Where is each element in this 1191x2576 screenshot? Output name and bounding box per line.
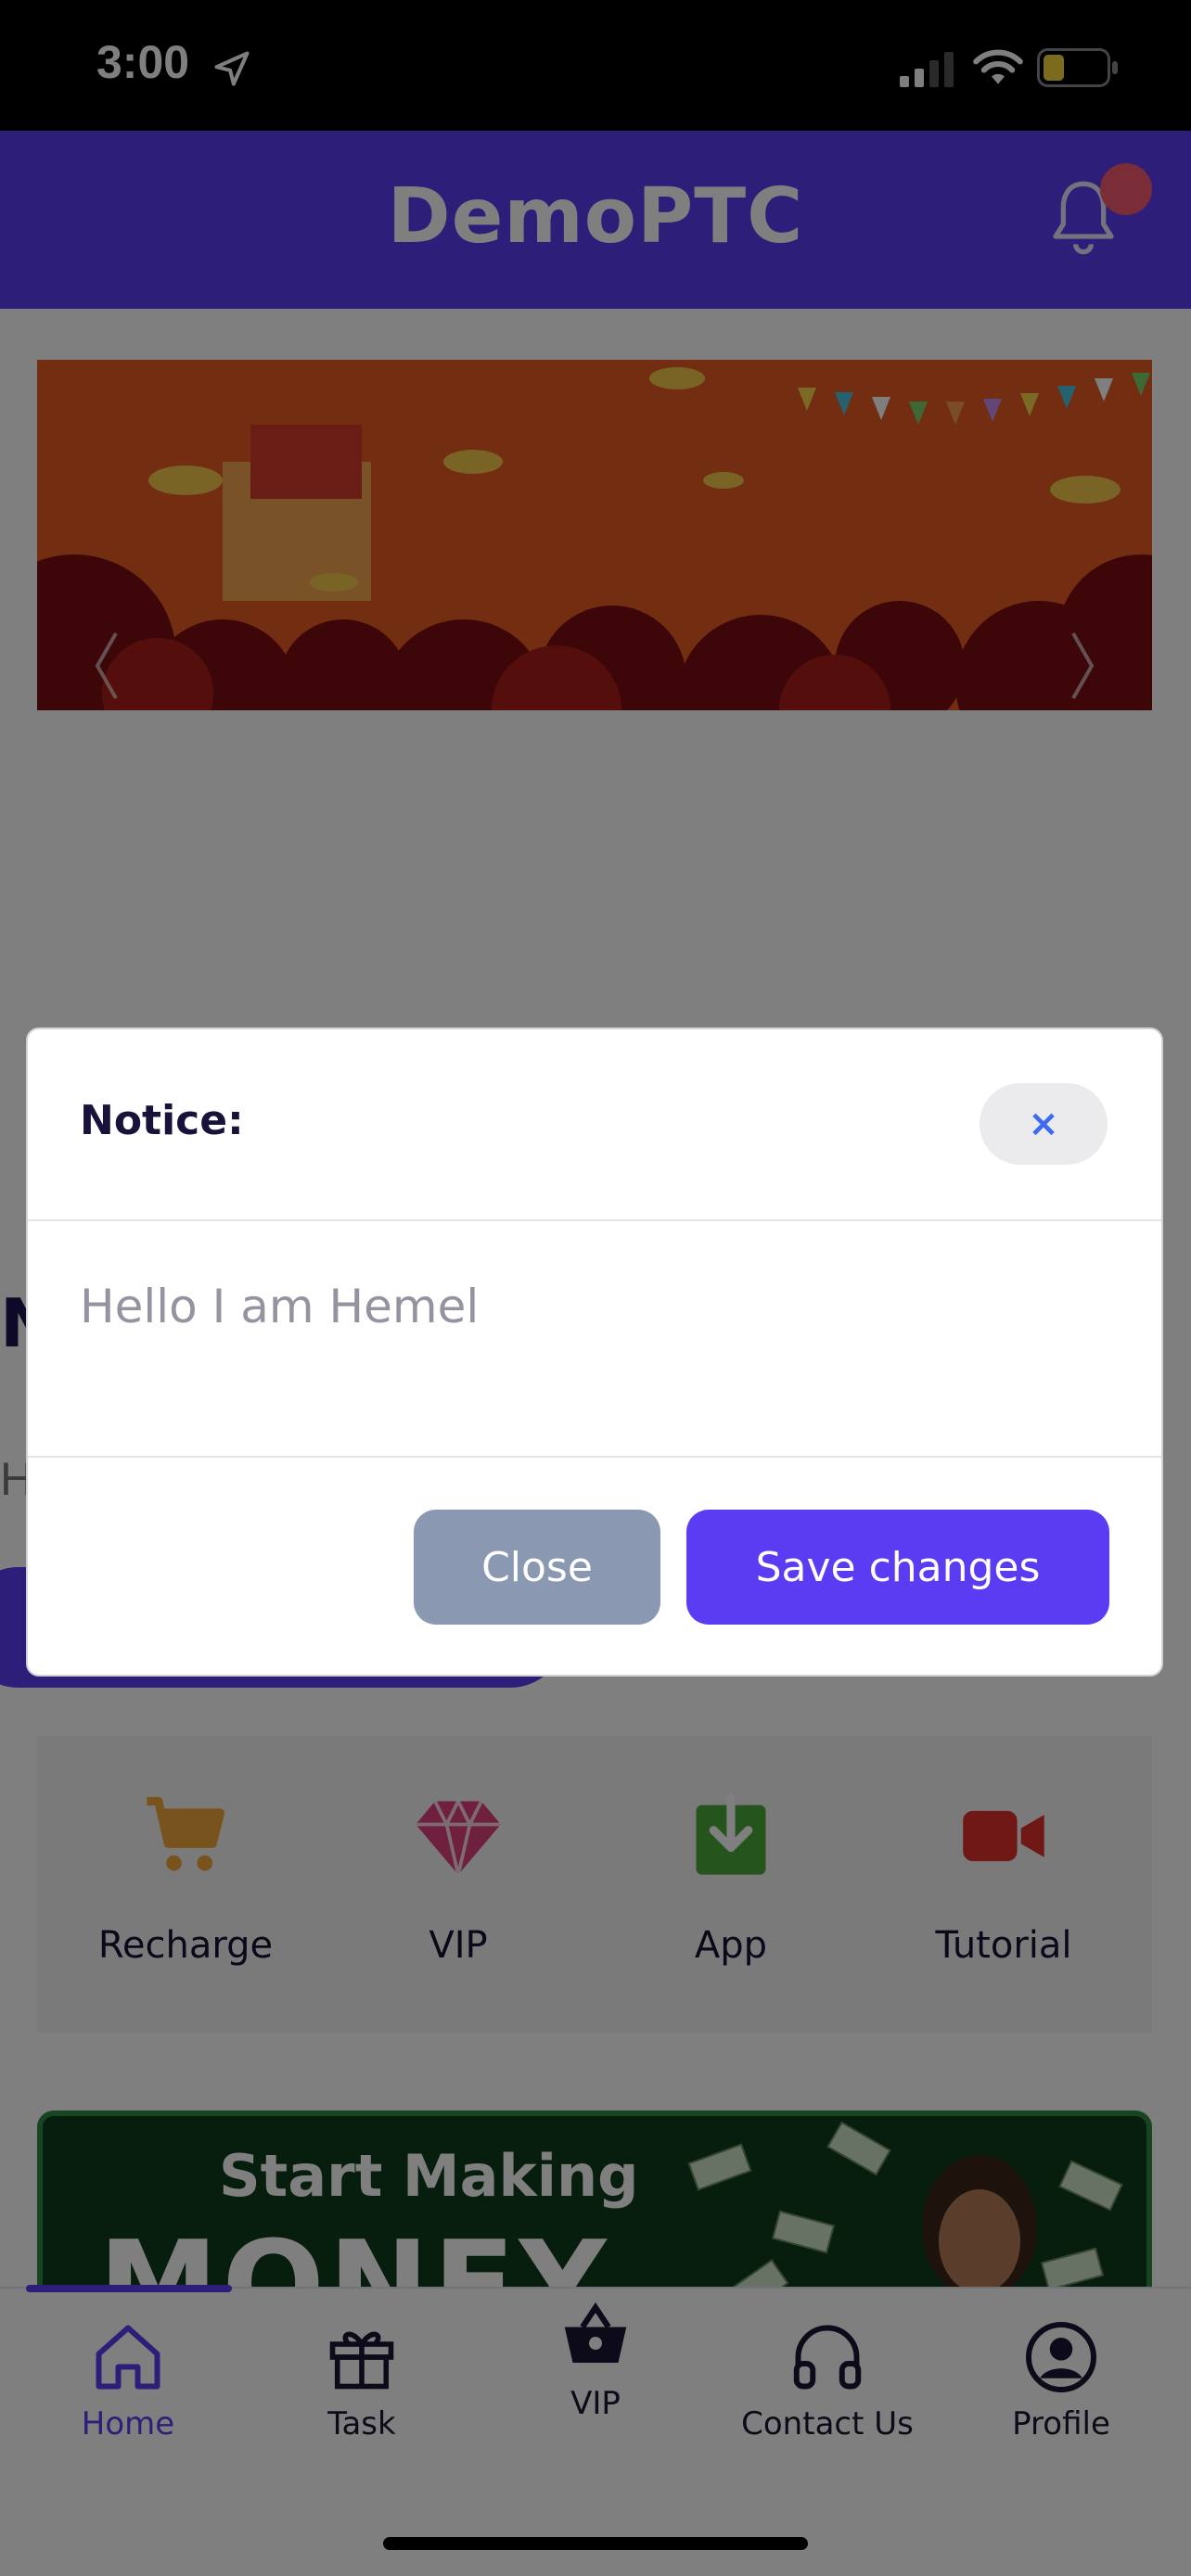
- modal-divider: [28, 1456, 1161, 1458]
- modal-divider: [28, 1219, 1161, 1221]
- save-changes-button[interactable]: Save changes: [686, 1510, 1109, 1625]
- modal-close-icon-button[interactable]: ×: [980, 1083, 1108, 1165]
- modal-body-text: Hello I am Hemel: [80, 1280, 480, 1333]
- close-button[interactable]: Close: [414, 1510, 660, 1625]
- modal-title: Notice:: [80, 1097, 244, 1144]
